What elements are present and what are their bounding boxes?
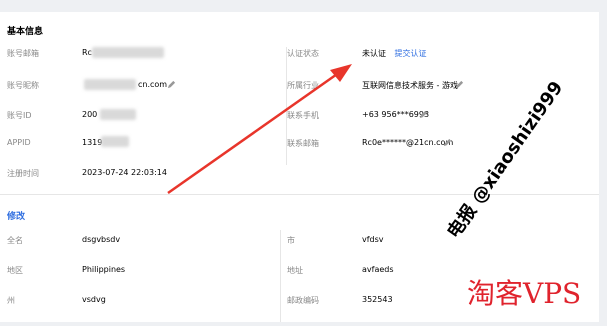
label-city: 市 — [287, 236, 295, 245]
value-account-nickname: cn.com — [138, 80, 168, 89]
value-register-time: 2023-07-24 22:03:14 — [82, 168, 167, 177]
label-full-name: 全名 — [7, 236, 23, 245]
label-register-time: 注册时间 — [7, 169, 39, 178]
value-region: Philippines — [82, 265, 126, 274]
pencil-icon[interactable] — [443, 138, 452, 147]
value-account-id: 200 — [82, 110, 98, 119]
value-state: vsdvg — [82, 295, 106, 304]
label-account-nickname: 账号昵称 — [7, 81, 39, 90]
redaction-blur — [101, 136, 129, 147]
value-verify-status: 未认证 提交认证 — [362, 48, 427, 59]
verify-status-text: 未认证 — [362, 49, 386, 58]
value-full-name: dsgvbsdv — [82, 235, 121, 244]
value-account-email: Rc — [82, 48, 92, 57]
column-divider — [280, 230, 281, 322]
label-appid: APPID — [7, 138, 31, 147]
redaction-blur — [92, 47, 164, 58]
edit-section-title[interactable]: 修改 — [7, 209, 25, 222]
value-address: avfaeds — [362, 265, 394, 274]
brand-watermark: 淘客VPS — [467, 277, 582, 310]
label-verify-status: 认证状态 — [287, 49, 319, 58]
section-title-basic-info: 基本信息 — [7, 27, 44, 37]
pencil-icon[interactable] — [455, 80, 464, 89]
redaction-blur — [84, 79, 136, 90]
pencil-icon[interactable] — [419, 110, 428, 119]
label-account-id: 账号ID — [7, 111, 32, 120]
label-address: 地址 — [287, 266, 303, 275]
value-postal-code: 352543 — [362, 295, 393, 304]
pencil-icon[interactable] — [167, 80, 176, 89]
label-postal-code: 邮政编码 — [287, 296, 319, 305]
value-appid: 1319 — [82, 138, 103, 147]
redaction-blur — [100, 109, 136, 120]
section-divider — [0, 194, 599, 195]
label-industry: 所属行业 — [287, 81, 319, 90]
label-region: 地区 — [7, 266, 23, 275]
label-account-email: 账号邮箱 — [7, 49, 39, 58]
value-industry: 互联网信息技术服务 - 游戏 — [362, 81, 458, 90]
label-contact-email: 联系邮箱 — [287, 139, 319, 148]
value-contact-email: Rc0e******@21cn.com — [362, 138, 454, 147]
value-city: vfdsv — [362, 235, 384, 244]
label-state: 州 — [7, 296, 15, 305]
submit-verification-link[interactable]: 提交认证 — [395, 49, 427, 58]
label-contact-phone: 联系手机 — [287, 111, 319, 120]
